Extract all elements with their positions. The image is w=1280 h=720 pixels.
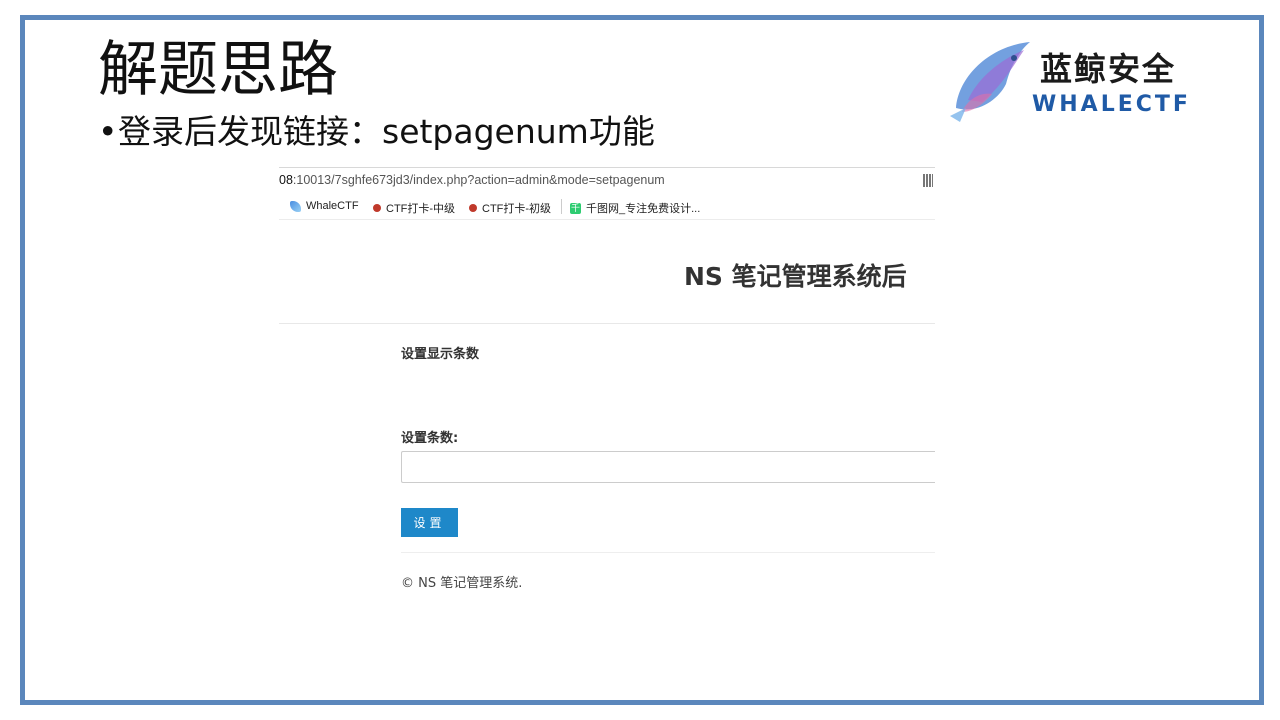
ctf-icon [469, 204, 477, 212]
bookmark-label: CTF打卡-中级 [386, 203, 456, 215]
url-text[interactable]: 08:10013/7sghfe673jd3/index.php?action=a… [279, 173, 665, 187]
slide-title: 解题思路 [98, 35, 338, 105]
pagenum-label: 设置条数: [401, 431, 459, 446]
logo-en-text: WHALECTF [1032, 92, 1191, 117]
bookmark-separator [561, 199, 562, 214]
bookmark-label: 千图网_专注免费设计... [586, 203, 701, 215]
address-bar[interactable]: 08:10013/7sghfe673jd3/index.php?action=a… [279, 167, 935, 196]
page-heading: NS 笔记管理系统后 [684, 262, 907, 291]
bullet-text: 登录后发现链接：setpagenum功能 [118, 112, 655, 151]
logo-cn-text: 蓝鲸安全 [1040, 50, 1177, 88]
whalectf-logo: 蓝鲸安全 WHALECTF [948, 38, 1238, 124]
qr-code-icon[interactable] [923, 174, 933, 187]
bookmark-qiantu[interactable]: 千 千图网_专注免费设计... [570, 200, 700, 216]
header-divider [279, 323, 935, 324]
browser-screenshot: 08:10013/7sghfe673jd3/index.php?action=a… [279, 167, 935, 612]
page-footer: © NS 笔记管理系统. [401, 576, 523, 591]
whale-icon [290, 200, 301, 212]
bookmark-ctf-mid[interactable]: CTF打卡-中级 [373, 200, 455, 216]
set-button[interactable]: 设置 [401, 508, 458, 537]
url-path: :10013/7sghfe673jd3/index.php?action=adm… [292, 173, 665, 187]
bookmark-label: CTF打卡-初级 [482, 203, 552, 215]
whale-logo-icon [950, 42, 1030, 122]
bookmark-label: WhaleCTF [306, 200, 359, 212]
qiantu-icon: 千 [570, 202, 581, 214]
bullet-dot: • [98, 112, 118, 151]
bookmarks-bar: WhaleCTF CTF打卡-中级 CTF打卡-初级 千 千图网_专注免费设计.… [279, 195, 935, 220]
url-host: 08 [279, 173, 293, 187]
footer-divider [401, 552, 935, 553]
ctf-icon [373, 204, 381, 212]
section-title: 设置显示条数 [401, 347, 480, 362]
pagenum-input[interactable] [401, 451, 935, 483]
bookmark-ctf-basic[interactable]: CTF打卡-初级 [469, 200, 551, 216]
slide-bullet: •登录后发现链接：setpagenum功能 [98, 110, 655, 154]
bookmark-whalectf[interactable]: WhaleCTF [290, 200, 359, 212]
